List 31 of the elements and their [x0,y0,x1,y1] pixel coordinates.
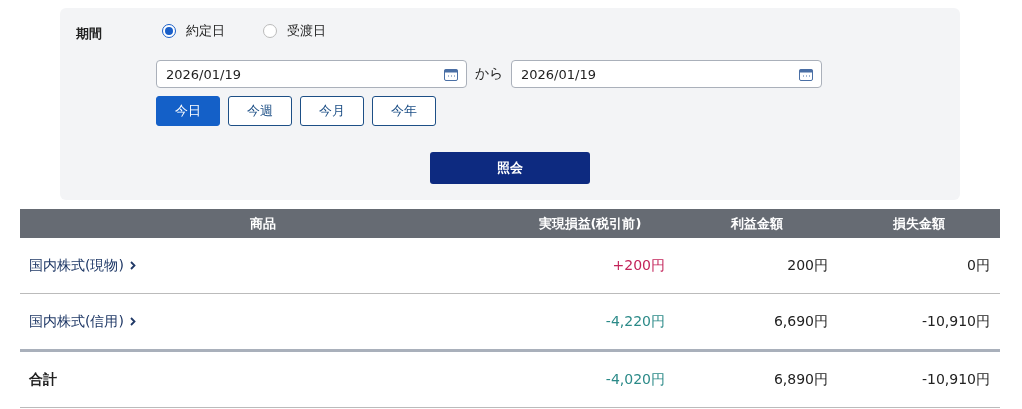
period-preset-button[interactable]: 今月 [300,96,364,126]
profit-amount: 6,690円 [675,294,838,352]
profit-amount: 6,890円 [675,352,838,408]
calendar-icon[interactable] [444,67,458,81]
chevron-right-icon [129,261,136,270]
product-link[interactable]: 国内株式(信用) [29,312,136,331]
loss-amount: 0円 [838,238,1000,294]
chevron-right-icon [129,317,136,326]
product-link[interactable]: 国内株式(現物) [29,256,136,275]
period-preset-button[interactable]: 今日 [156,96,220,126]
column-header: 実現損益(税引前) [505,209,675,238]
realized-amount: -4,220円 [505,294,675,352]
column-header: 商品 [20,209,505,238]
range-separator: から [475,65,503,83]
realized-amount: +200円 [505,238,675,294]
column-header: 利益金額 [675,209,838,238]
to-date-field[interactable]: 2026/01/19 [511,60,822,88]
realized-amount: -4,020円 [505,352,675,408]
search-button[interactable]: 照会 [430,152,590,184]
period-preset-button[interactable]: 今年 [372,96,436,126]
profit-amount: 200円 [675,238,838,294]
period-label: 期間 [76,25,103,43]
column-header: 損失金額 [838,209,1000,238]
calendar-icon[interactable] [799,67,813,81]
date-type-radio[interactable]: 約定日 [162,22,225,40]
loss-amount: -10,910円 [838,352,1000,408]
period-preset-button[interactable]: 今週 [228,96,292,126]
date-type-radio[interactable]: 受渡日 [263,22,326,40]
total-label: 合計 [20,352,505,408]
loss-amount: -10,910円 [838,294,1000,352]
from-date-field[interactable]: 2026/01/19 [156,60,467,88]
